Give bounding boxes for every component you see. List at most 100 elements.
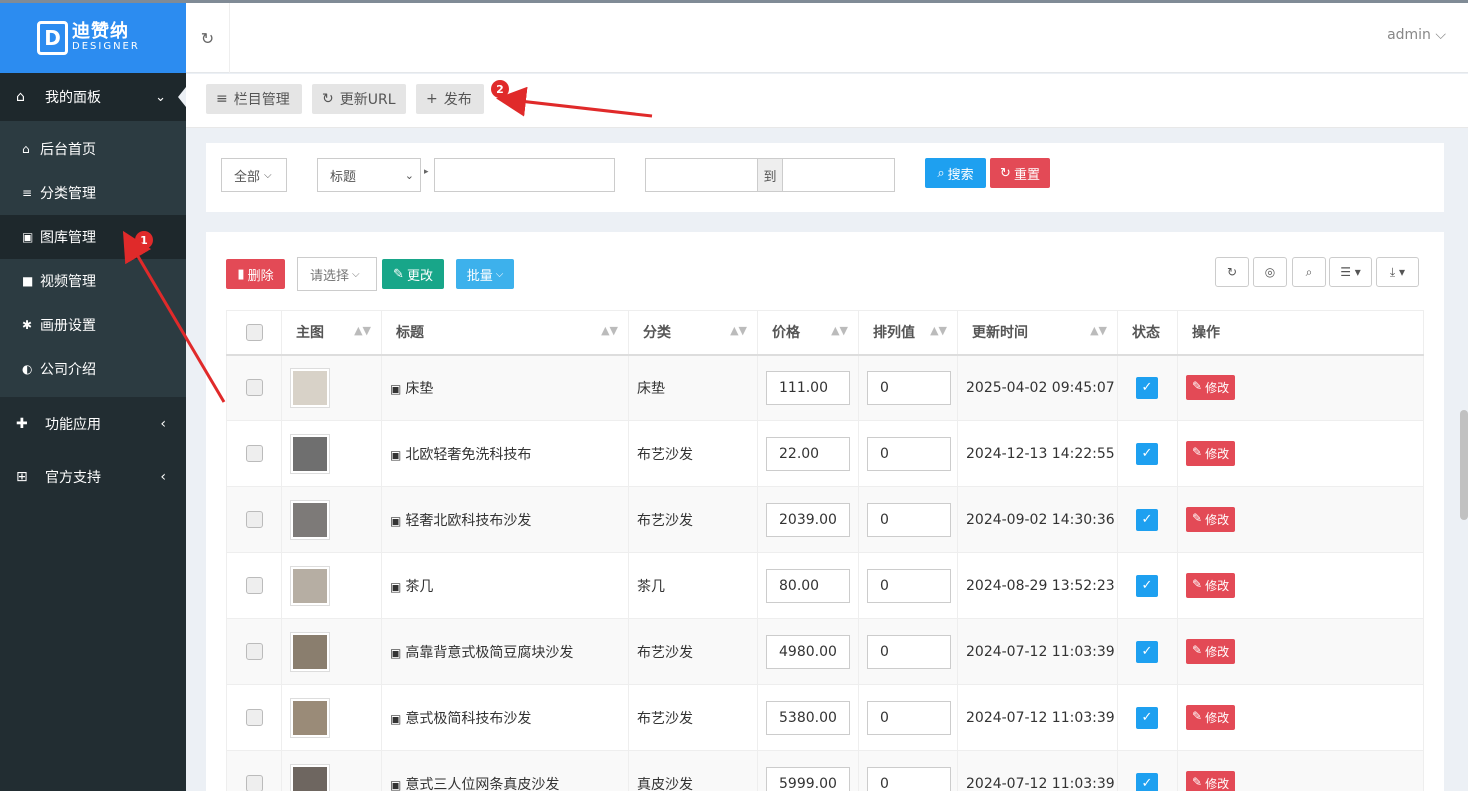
sidebar-item-company[interactable]: ◐ 公司介绍 <box>0 347 186 391</box>
thumbnail[interactable] <box>290 631 330 672</box>
order-input[interactable]: 0 <box>867 700 951 735</box>
row-checkbox[interactable] <box>245 577 263 594</box>
export-button[interactable]: ⤓ ▾ <box>1376 257 1419 287</box>
scope-select[interactable]: 全部 ⌵ <box>221 158 287 192</box>
order-input[interactable]: 0 <box>867 634 951 669</box>
sidebar-item-category[interactable]: ≡ 分类管理 <box>0 171 186 215</box>
status-select[interactable]: 请选择 ⌵ <box>297 257 377 291</box>
row-category: 布艺沙发 <box>628 420 758 487</box>
header-category[interactable]: 分类 ▲▼ <box>628 310 758 356</box>
thumbnail[interactable] <box>290 565 330 606</box>
delete-button[interactable]: ▮ 删除 <box>226 259 285 289</box>
check-icon: ✓ <box>1141 644 1153 659</box>
row-category: 床垫 <box>628 354 758 421</box>
header-updated[interactable]: 更新时间 ▲▼ <box>957 310 1118 356</box>
edit-button[interactable]: ✎ 修改 <box>1186 771 1236 791</box>
refresh-table-button[interactable]: ↻ <box>1215 257 1249 287</box>
order-input[interactable]: 0 <box>867 502 951 537</box>
thumbnail[interactable] <box>290 499 330 540</box>
publish-button[interactable]: + 发布 <box>416 84 484 114</box>
edit-icon: ✎ <box>1192 379 1203 394</box>
row-checkbox[interactable] <box>245 445 263 462</box>
edit-button[interactable]: ✎ 修改 <box>1186 705 1236 730</box>
price-input[interactable]: 5999.00 <box>766 766 850 791</box>
row-checkbox[interactable] <box>245 643 263 660</box>
row-order-cell: 0 <box>858 486 958 553</box>
row-price-cell: 22.00 <box>757 420 859 487</box>
edit-button[interactable]: ✎ 修改 <box>1186 639 1236 664</box>
nav-my-panel[interactable]: ⌂ 我的面板 ⌄ <box>0 73 186 121</box>
sidebar-item-dashboard[interactable]: ⌂ 后台首页 <box>0 127 186 171</box>
range-start-input[interactable] <box>645 158 758 192</box>
change-button[interactable]: ✎ 更改 <box>382 259 444 289</box>
status-toggle[interactable]: ✓ <box>1136 574 1158 597</box>
nav-features[interactable]: ✚ 功能应用 ‹ <box>0 397 186 450</box>
row-checkbox[interactable] <box>245 511 263 528</box>
field-select[interactable]: 标题 ⌄ <box>317 158 421 192</box>
thumbnail[interactable] <box>290 367 330 408</box>
column-manage-button[interactable]: ≡ 栏目管理 <box>206 84 302 114</box>
search-button[interactable]: ⌕ 搜索 <box>925 158 986 188</box>
edit-button[interactable]: ✎ 修改 <box>1186 573 1236 598</box>
price-input[interactable]: 22.00 <box>766 436 850 471</box>
user-menu[interactable]: admin ⌵ <box>1387 27 1446 43</box>
refresh-button[interactable]: ↻ <box>186 3 230 73</box>
list-icon: ≡ <box>22 186 33 200</box>
price-input[interactable]: 4980.00 <box>766 634 850 669</box>
batch-button[interactable]: 批量 ⌵ <box>456 259 514 289</box>
keyword-input[interactable] <box>434 158 615 192</box>
status-toggle[interactable]: ✓ <box>1136 508 1158 531</box>
order-input[interactable]: 0 <box>867 436 951 471</box>
status-toggle[interactable]: ✓ <box>1136 640 1158 663</box>
row-checkbox[interactable] <box>245 379 263 397</box>
video-icon: ■ <box>22 274 34 288</box>
select-all-checkbox[interactable] <box>245 323 263 341</box>
search-table-button[interactable]: ⌕ <box>1292 257 1326 287</box>
edit-button[interactable]: ✎ 修改 <box>1186 375 1236 401</box>
chevron-down-icon: ⌵ <box>352 268 360 280</box>
sidebar: D 迪赞纳 DESIGNER ⌂ 我的面板 ⌄ ⌂ 后台首页 ≡ 分类管理 ▣ 图库管… <box>0 3 186 791</box>
reset-button[interactable]: ↻ 重置 <box>990 158 1050 188</box>
thumbnail[interactable] <box>290 763 330 791</box>
row-checkbox[interactable] <box>245 775 263 791</box>
order-input[interactable]: 0 <box>867 370 951 405</box>
price-input[interactable]: 111.00 <box>766 370 850 405</box>
price-input[interactable]: 2039.00 <box>766 502 850 537</box>
thumbnail[interactable] <box>290 697 330 738</box>
row-ops-cell: ✎ 修改 <box>1177 618 1424 685</box>
image-icon: ▣ <box>390 447 402 462</box>
price-input[interactable]: 80.00 <box>766 568 850 603</box>
edit-button[interactable]: ✎ 修改 <box>1186 507 1236 532</box>
range-end-input[interactable] <box>782 158 895 192</box>
nav-support[interactable]: ⊞ 官方支持 ‹ <box>0 450 186 503</box>
price-input[interactable]: 5380.00 <box>766 700 850 735</box>
row-updated: 2025-04-02 09:45:07 <box>957 354 1118 421</box>
status-toggle[interactable]: ✓ <box>1136 376 1158 399</box>
range-separator: 到 <box>757 158 783 192</box>
row-price-cell: 2039.00 <box>757 486 859 553</box>
sidebar-item-album[interactable]: ✱ 画册设置 <box>0 303 186 347</box>
status-toggle[interactable]: ✓ <box>1136 442 1158 465</box>
edit-icon: ✎ <box>1192 643 1203 657</box>
order-input[interactable]: 0 <box>867 568 951 603</box>
sidebar-item-gallery[interactable]: ▣ 图库管理 <box>0 215 186 259</box>
row-checkbox[interactable] <box>245 709 263 726</box>
header-order[interactable]: 排列值 ▲▼ <box>858 310 958 356</box>
thumbnail[interactable] <box>290 433 330 474</box>
header-select-all[interactable] <box>226 310 282 356</box>
sidebar-item-video[interactable]: ■ 视频管理 <box>0 259 186 303</box>
update-url-button[interactable]: ↻ 更新URL <box>312 84 406 114</box>
status-toggle[interactable]: ✓ <box>1136 772 1158 791</box>
header-price[interactable]: 价格 ▲▼ <box>757 310 859 356</box>
row-title: 意式极简科技布沙发 <box>405 710 532 727</box>
status-toggle[interactable]: ✓ <box>1136 706 1158 729</box>
toggle-view-button[interactable]: ◎ <box>1253 257 1287 287</box>
page-scrollbar[interactable] <box>1460 410 1468 520</box>
columns-button[interactable]: ☰ ▾ <box>1329 257 1372 287</box>
header-title[interactable]: 标题 ▲▼ <box>381 310 629 356</box>
order-input[interactable]: 0 <box>867 766 951 791</box>
nav-my-panel-label: 我的面板 <box>45 90 101 106</box>
header-image[interactable]: 主图 ▲▼ <box>281 310 382 356</box>
logo[interactable]: D 迪赞纳 DESIGNER <box>0 3 186 73</box>
edit-button[interactable]: ✎ 修改 <box>1186 441 1236 466</box>
